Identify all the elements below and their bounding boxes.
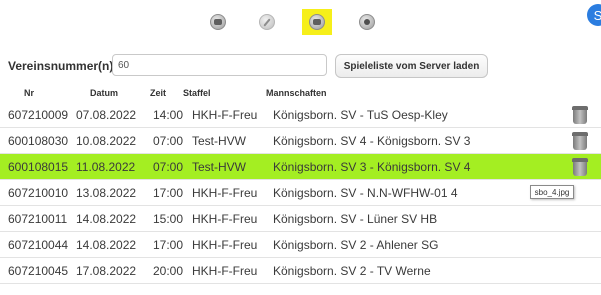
table-row[interactable]: 607210045 17.08.2022 20:00 HKH-F-Freu Kö… — [0, 258, 601, 284]
table-row[interactable]: 600108030 10.08.2022 07:00 Test-HVW Köni… — [0, 128, 601, 154]
table-row[interactable]: 607210011 14.08.2022 15:00 HKH-F-Freu Kö… — [0, 206, 601, 232]
toolbar-list-active-button[interactable] — [302, 9, 332, 35]
record-icon — [359, 14, 375, 30]
table-row[interactable]: 607210044 14.08.2022 17:00 HKH-F-Freu Kö… — [0, 232, 601, 258]
cell-nr: 600108015 — [8, 160, 69, 174]
vereinsnummer-row: Vereinsnummer(n): — [8, 54, 117, 78]
trash-icon[interactable] — [572, 132, 588, 150]
cell-nr: 607210045 — [8, 264, 69, 278]
toolbar: S — [0, 0, 601, 44]
cell-staffel: HKH-F-Freu — [192, 212, 258, 226]
header-zeit: Zeit — [150, 88, 167, 98]
app-corner-icon[interactable]: S — [587, 4, 601, 26]
cell-nr: 607210044 — [8, 238, 69, 252]
cell-mannschaften: Königsborn. SV 4 - Königsborn. SV 3 — [273, 134, 471, 148]
cell-staffel: HKH-F-Freu — [192, 238, 258, 252]
cell-staffel: HKH-F-Freu — [192, 186, 258, 200]
header-nr: Nr — [24, 88, 35, 98]
cell-mannschaften: Königsborn. SV - N.N-WFHW-01 4 — [273, 186, 458, 200]
cell-mannschaften: Königsborn. SV - TuS Oesp-Kley — [273, 108, 448, 122]
cell-nr: 607210009 — [8, 108, 69, 122]
vereinsnummer-label: Vereinsnummer(n): — [8, 59, 118, 73]
image-tooltip: sbo_4.jpg — [530, 185, 574, 199]
header-staffel: Staffel — [183, 88, 211, 98]
cell-nr: 600108030 — [8, 134, 69, 148]
trash-icon[interactable] — [572, 106, 588, 124]
cell-datum: 14.08.2022 — [76, 238, 137, 252]
toolbar-record-button[interactable] — [356, 11, 378, 33]
list-icon — [309, 14, 325, 30]
cell-mannschaften: Königsborn. SV 2 - TV Werne — [273, 264, 431, 278]
header-mannschaften: Mannschaften — [266, 88, 327, 98]
cell-staffel: HKH-F-Freu — [192, 264, 258, 278]
toolbar-list-button[interactable] — [207, 11, 229, 33]
header-datum: Datum — [90, 88, 119, 98]
cell-mannschaften: Königsborn. SV 3 - Königsborn. SV 4 — [273, 160, 471, 174]
trash-icon[interactable] — [572, 158, 588, 176]
game-list: 607210009 07.08.2022 14:00 HKH-F-Freu Kö… — [0, 102, 601, 284]
cell-zeit: 20:00 — [153, 264, 184, 278]
load-schedule-button[interactable]: Spieleliste vom Server laden — [335, 54, 488, 78]
cell-nr: 607210010 — [8, 186, 69, 200]
table-row[interactable]: 607210009 07.08.2022 14:00 HKH-F-Freu Kö… — [0, 102, 601, 128]
list-icon — [210, 14, 226, 30]
cell-datum: 17.08.2022 — [76, 264, 137, 278]
cell-zeit: 15:00 — [153, 212, 184, 226]
cell-zeit: 17:00 — [153, 186, 184, 200]
cell-zeit: 07:00 — [153, 160, 184, 174]
cell-zeit: 17:00 — [153, 238, 184, 252]
cell-staffel: Test-HVW — [192, 134, 246, 148]
cell-datum: 14.08.2022 — [76, 212, 137, 226]
cell-nr: 607210011 — [8, 212, 68, 226]
cell-datum: 10.08.2022 — [76, 134, 137, 148]
table-header: Nr Datum Zeit Staffel Mannschaften — [0, 86, 601, 100]
cell-mannschaften: Königsborn. SV 2 - Ahlener SG — [273, 238, 439, 252]
vereinsnummer-input[interactable] — [112, 54, 327, 76]
toolbar-edit-button[interactable] — [256, 11, 278, 33]
cell-zeit: 14:00 — [153, 108, 184, 122]
cell-staffel: Test-HVW — [192, 160, 246, 174]
table-row-selected[interactable]: 600108015 11.08.2022 07:00 Test-HVW Köni… — [0, 154, 601, 180]
cell-staffel: HKH-F-Freu — [192, 108, 258, 122]
cell-mannschaften: Königsborn. SV - Lüner SV HB — [273, 212, 438, 226]
cell-datum: 13.08.2022 — [76, 186, 137, 200]
cell-zeit: 07:00 — [153, 134, 184, 148]
cell-datum: 07.08.2022 — [76, 108, 137, 122]
pencil-icon — [259, 14, 275, 30]
cell-datum: 11.08.2022 — [76, 160, 136, 174]
table-row[interactable]: 607210010 13.08.2022 17:00 HKH-F-Freu Kö… — [0, 180, 601, 206]
